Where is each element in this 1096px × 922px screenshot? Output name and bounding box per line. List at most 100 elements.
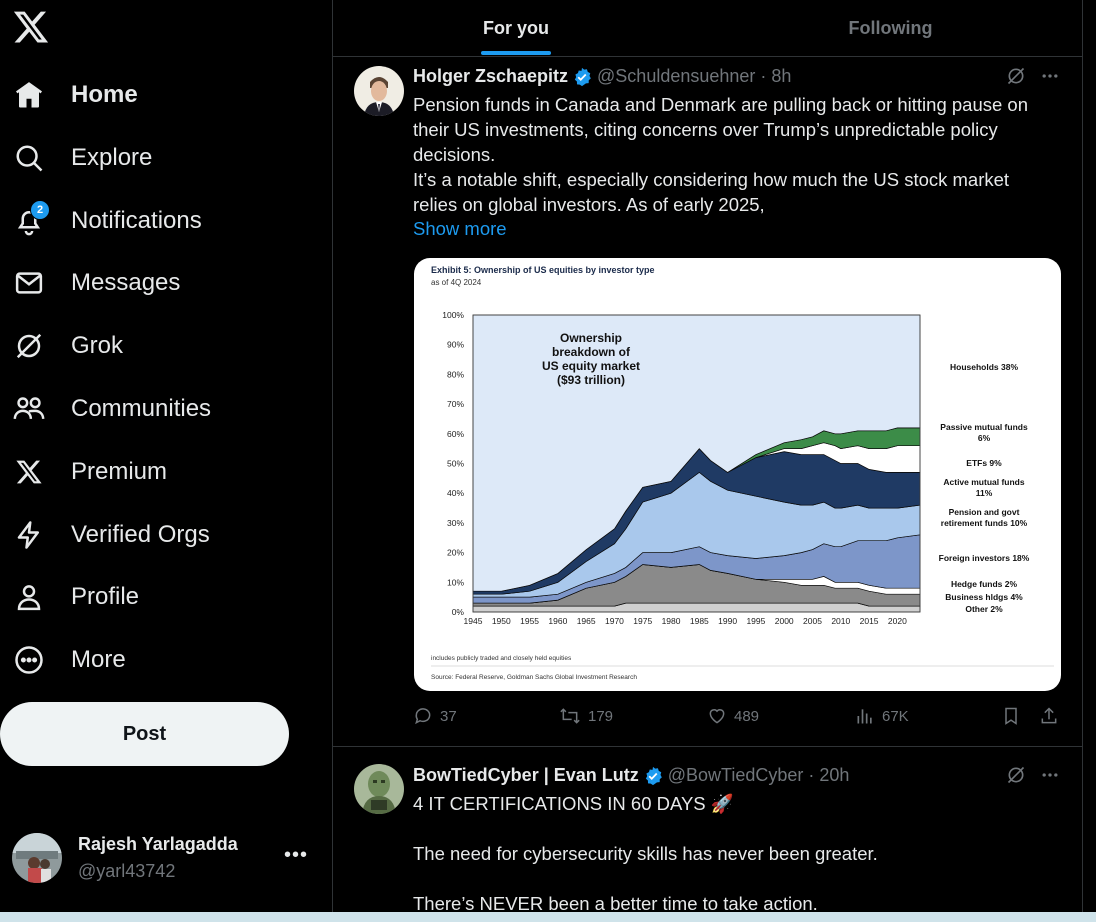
bookmark-button[interactable] [1001, 706, 1021, 726]
lightning-icon [12, 518, 46, 552]
sidebar-item-profile[interactable]: Profile [12, 572, 139, 622]
notification-badge: 2 [30, 200, 50, 220]
sidebar-item-label: Grok [71, 332, 124, 359]
x-tick-label: 1985 [690, 616, 709, 626]
share-button[interactable] [1039, 706, 1059, 726]
sidebar: Home Explore 2 Notifications Messages Gr… [0, 0, 332, 922]
y-tick-label: 40% [447, 488, 464, 498]
x-tick-label: 2020 [888, 616, 907, 626]
home-icon [12, 78, 46, 112]
tweet-text-line [413, 866, 1053, 891]
y-tick-label: 100% [442, 310, 464, 320]
share-icon [1041, 707, 1057, 724]
y-tick-label: 0% [452, 607, 465, 617]
x-tick-label: 1980 [662, 616, 681, 626]
y-tick-label: 80% [447, 369, 464, 379]
sidebar-item-label: Explore [71, 144, 153, 171]
sidebar-item-more[interactable]: More [12, 635, 126, 685]
grok-icon[interactable] [1006, 66, 1026, 86]
legend-label: Active mutual funds [943, 477, 1025, 487]
tab-following[interactable]: Following [699, 0, 1082, 56]
x-tick-label: 2005 [803, 616, 822, 626]
legend-label: 6% [978, 433, 991, 443]
sidebar-item-messages[interactable]: Messages [12, 258, 180, 308]
sidebar-item-label: Profile [71, 583, 140, 610]
tweet-text-line: their US investments, citing concerns ov… [413, 119, 998, 140]
sidebar-item-communities[interactable]: Communities [12, 384, 211, 434]
tweet-author-name[interactable]: BowTiedCyber | Evan Lutz [413, 765, 639, 786]
sidebar-item-grok[interactable]: Grok [12, 321, 123, 371]
sidebar-item-verified-orgs[interactable]: Verified Orgs [12, 510, 210, 560]
x-tick-label: 2010 [831, 616, 850, 626]
x-logo-icon [12, 455, 46, 489]
ownership-chart: Exhibit 5: Ownership of US equities by i… [431, 265, 1054, 681]
envelope-icon [12, 266, 46, 300]
grok-icon[interactable] [1006, 765, 1026, 785]
repost-icon [560, 708, 580, 724]
sidebar-item-label: Notifications [71, 207, 202, 234]
sidebar-item-label: Premium [71, 458, 168, 485]
more-icon[interactable] [1040, 765, 1060, 785]
chart-title: Exhibit 5: Ownership of US equities by i… [431, 265, 655, 275]
tweet-author-name[interactable]: Holger Zschaepitz [413, 66, 568, 87]
x-tick-label: 1955 [520, 616, 539, 626]
sidebar-item-explore[interactable]: Explore [12, 133, 152, 183]
tweet-author-handle[interactable]: @BowTiedCyber · 20h [668, 765, 850, 786]
repost-button[interactable]: 179 [559, 706, 613, 726]
y-tick-label: 30% [447, 518, 464, 528]
y-tick-label: 20% [447, 548, 464, 558]
repost-count: 179 [588, 707, 614, 725]
sidebar-item-label: More [71, 646, 126, 673]
legend-label: Other 2% [965, 604, 1003, 614]
x-logo-icon[interactable] [12, 8, 50, 46]
like-button[interactable]: 489 [707, 706, 759, 726]
search-icon [12, 141, 46, 175]
show-more-link[interactable]: Show more [413, 218, 507, 240]
legend-label: Foreign investors 18% [939, 553, 1030, 563]
sidebar-item-home[interactable]: Home [12, 70, 138, 120]
legend-label: Households 38% [950, 362, 1018, 372]
verified-badge-icon [574, 67, 591, 86]
views-button[interactable]: 67K [855, 706, 909, 726]
tweet-text-line: The need for cybersecurity skills has ne… [413, 843, 878, 864]
sidebar-item-premium[interactable]: Premium [12, 447, 167, 497]
more-icon[interactable] [1040, 66, 1060, 86]
avatar[interactable] [354, 66, 404, 116]
bell-icon: 2 [12, 200, 50, 238]
x-tick-label: 1975 [633, 616, 652, 626]
x-tick-label: 1965 [577, 616, 596, 626]
like-count: 489 [734, 707, 760, 725]
person-icon [12, 580, 46, 614]
legend-label: 11% [976, 488, 993, 498]
center-label-line: US equity market [542, 359, 640, 373]
tweet-text-line: relies on global investors. As of early … [413, 194, 765, 215]
y-tick-label: 60% [447, 429, 464, 439]
y-tick-label: 50% [447, 459, 464, 469]
more-icon[interactable]: ••• [284, 844, 308, 867]
center-label-line: ($93 trillion) [557, 373, 625, 387]
active-tab-indicator [481, 51, 551, 55]
account-switcher[interactable]: Rajesh Yarlagadda @yarl43742 ••• [12, 830, 312, 886]
tweet-author-handle[interactable]: @Schuldensuehner · 8h [597, 66, 791, 87]
y-tick-label: 70% [447, 399, 464, 409]
center-label-line: breakdown of [552, 345, 631, 359]
x-tick-label: 1945 [464, 616, 483, 626]
heart-icon [709, 709, 725, 724]
reply-count: 37 [440, 707, 457, 725]
user-handle: @yarl43742 [78, 861, 176, 881]
sidebar-item-label: Verified Orgs [71, 521, 210, 548]
avatar[interactable] [354, 764, 404, 814]
reply-icon [415, 708, 431, 725]
tweet-header: BowTiedCyber | Evan Lutz @BowTiedCyber ·… [413, 765, 849, 786]
view-count: 67K [882, 707, 909, 725]
chart-subtitle: as of 4Q 2024 [431, 278, 482, 287]
sidebar-item-notifications[interactable]: 2 Notifications [12, 196, 202, 246]
tweet-media-chart[interactable]: Exhibit 5: Ownership of US equities by i… [414, 258, 1061, 691]
post-button[interactable]: Post [0, 702, 289, 766]
tab-for-you[interactable]: For you [333, 0, 699, 56]
legend-label: Business hldgs 4% [945, 592, 1023, 602]
reply-button[interactable]: 37 [413, 706, 457, 726]
legend-label: Hedge funds 2% [951, 579, 1018, 589]
tweet-text-line: It’s a notable shift, especially conside… [413, 169, 1010, 190]
sidebar-item-label: Communities [71, 395, 212, 422]
